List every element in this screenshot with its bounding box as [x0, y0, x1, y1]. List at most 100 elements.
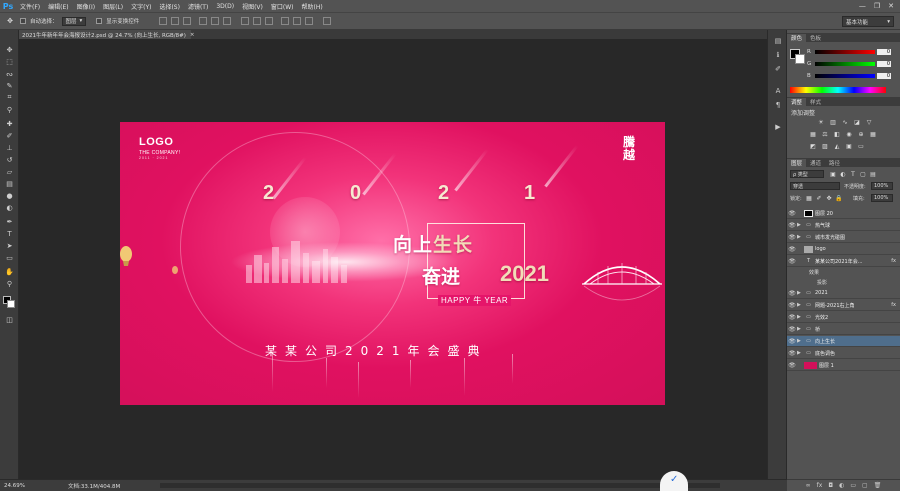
layer-effects-icon[interactable]: fx	[891, 302, 900, 308]
layer-effects-icon[interactable]: fx	[891, 258, 900, 264]
delete-layer-icon[interactable]: 🗑	[874, 482, 882, 489]
distribute-hcenter-icon[interactable]	[293, 17, 302, 25]
align-vcenter-icon[interactable]	[171, 17, 180, 25]
distribute-vcenter-icon[interactable]	[253, 17, 262, 25]
character-panel-icon[interactable]: A	[773, 86, 783, 96]
filter-shape-icon[interactable]: ▢	[859, 170, 867, 178]
auto-select-dropdown[interactable]: 图层 ▾	[61, 16, 87, 26]
quick-mask-icon[interactable]: ◫	[4, 314, 15, 325]
tab-layers[interactable]: 图层	[787, 159, 807, 167]
blue-value[interactable]: 0	[877, 72, 891, 79]
actions-panel-icon[interactable]: ▶	[773, 122, 783, 132]
tab-adjustments[interactable]: 调整	[787, 98, 807, 106]
zoom-tool-icon[interactable]: ⚲	[4, 278, 15, 289]
visibility-eye-icon[interactable]: 👁	[787, 246, 797, 253]
pen-tool-icon[interactable]: ✒	[4, 216, 15, 227]
menu-type[interactable]: 文字(Y)	[127, 2, 155, 11]
hand-tool-icon[interactable]: ✋	[4, 266, 15, 277]
expand-arrow-icon[interactable]: ▶	[797, 350, 802, 356]
layer-style-icon[interactable]: fx	[817, 482, 823, 489]
layer-row[interactable]: 👁 ▶ ▭ 向上生长	[787, 336, 900, 347]
clone-stamp-tool-icon[interactable]: ⊥	[4, 142, 15, 153]
vibrance-icon[interactable]: ▽	[865, 118, 873, 126]
layer-name[interactable]: 某某公司2021年会...	[815, 258, 891, 265]
blue-slider[interactable]: B 0	[807, 72, 899, 79]
tab-swatches[interactable]: 色板	[806, 34, 825, 42]
shape-tool-icon[interactable]: ▭	[4, 252, 15, 263]
filter-pixel-icon[interactable]: ▣	[829, 170, 837, 178]
align-left-icon[interactable]	[199, 17, 208, 25]
auto-select-checkbox[interactable]	[20, 18, 26, 24]
blur-tool-icon[interactable]: ●	[4, 190, 15, 201]
brush-panel-icon[interactable]: ✐	[773, 64, 783, 74]
layer-name[interactable]: 网题-2021右上角	[815, 302, 891, 309]
menu-view[interactable]: 视图(V)	[238, 2, 267, 11]
layer-row[interactable]: 👁 ▶ ▭ 桥	[787, 324, 900, 335]
visibility-eye-icon[interactable]: 👁	[787, 210, 797, 217]
red-track[interactable]	[815, 49, 875, 54]
distribute-left-icon[interactable]	[281, 17, 290, 25]
align-bottom-icon[interactable]	[183, 17, 192, 25]
lock-pixels-icon[interactable]: ✐	[815, 194, 823, 202]
red-slider[interactable]: R 0	[807, 48, 899, 55]
panel-background-color[interactable]	[795, 54, 805, 64]
layer-name[interactable]: 热气球	[815, 222, 900, 229]
selective-color-icon[interactable]: ▣	[845, 142, 853, 150]
layer-row[interactable]: 👁 ▶ ▭ 光效2	[787, 312, 900, 323]
color-balance-icon[interactable]: ⚖	[821, 130, 829, 138]
green-slider[interactable]: G 0	[807, 60, 899, 67]
green-value[interactable]: 0	[877, 60, 891, 67]
layer-name[interactable]: 图层 1	[819, 362, 900, 369]
expand-arrow-icon[interactable]: ▶	[797, 314, 802, 320]
lock-position-icon[interactable]: ✥	[825, 194, 833, 202]
distribute-right-icon[interactable]	[305, 17, 314, 25]
filter-adjust-icon[interactable]: ◐	[839, 170, 847, 178]
layer-row[interactable]: 👁 图层 1	[787, 360, 900, 371]
new-adjustment-icon[interactable]: ◐	[839, 482, 844, 489]
layer-effects-label[interactable]: 效果	[809, 269, 819, 276]
menu-help[interactable]: 帮助(H)	[298, 2, 327, 11]
distribute-top-icon[interactable]	[241, 17, 250, 25]
filter-smart-icon[interactable]: ▤	[869, 170, 877, 178]
expand-arrow-icon[interactable]: ▶	[797, 326, 802, 332]
layer-row[interactable]: 👁 ▶ ▭ 网题-2021右上角 fx	[787, 300, 900, 311]
visibility-eye-icon[interactable]: 👁	[787, 314, 797, 321]
document-tab[interactable]: 2021牛年新年年会海报设计2.psd @ 24.7% (向上生长, RGB/8…	[19, 30, 195, 39]
threshold-icon[interactable]: ◭	[833, 142, 841, 150]
new-layer-icon[interactable]: ▢	[862, 482, 868, 489]
layer-name[interactable]: 图层 20	[815, 210, 900, 217]
exposure-icon[interactable]: ◪	[853, 118, 861, 126]
brightness-icon[interactable]: ☀	[817, 118, 825, 126]
minimize-button[interactable]: —	[859, 2, 866, 10]
red-value[interactable]: 0	[877, 48, 891, 55]
opacity-input[interactable]: 100%	[871, 182, 893, 190]
move-tool-preset-icon[interactable]: ✥	[4, 16, 16, 27]
close-window-button[interactable]: ✕	[888, 2, 894, 10]
move-tool-icon[interactable]: ✥	[4, 44, 15, 55]
eyedropper-tool-icon[interactable]: ⚲	[4, 104, 15, 115]
properties-panel-icon[interactable]: ℹ	[773, 50, 783, 60]
channel-mixer-icon[interactable]: ⊕	[857, 130, 865, 138]
layer-row[interactable]: 👁 ▶ ▭ 城市发光碰图	[787, 232, 900, 243]
crop-tool-icon[interactable]: ⌗	[4, 92, 15, 103]
visibility-eye-icon[interactable]: 👁	[787, 290, 797, 297]
close-tab-icon[interactable]: ×	[190, 32, 195, 38]
gradient-tool-icon[interactable]: ▤	[4, 178, 15, 189]
layer-filter-dropdown[interactable]: ρ 类型	[790, 170, 824, 178]
tab-styles[interactable]: 样式	[806, 98, 825, 106]
menu-3d[interactable]: 3D(D)	[212, 3, 238, 10]
filter-type-icon[interactable]: T	[849, 170, 857, 178]
visibility-eye-icon[interactable]: 👁	[787, 338, 797, 345]
lock-all-icon[interactable]: 🔒	[835, 194, 843, 202]
horizontal-scrollbar[interactable]	[160, 483, 720, 488]
marquee-tool-icon[interactable]: ⬚	[4, 56, 15, 67]
blend-mode-dropdown[interactable]: 穿透	[790, 182, 840, 190]
align-hcenter-icon[interactable]	[211, 17, 220, 25]
expand-arrow-icon[interactable]: ▶	[797, 338, 802, 344]
black-white-icon[interactable]: ◧	[833, 130, 841, 138]
curves-icon[interactable]: ∿	[841, 118, 849, 126]
restore-button[interactable]: ❐	[874, 2, 880, 10]
lock-transparency-icon[interactable]: ▦	[805, 194, 813, 202]
new-group-icon[interactable]: ▭	[850, 482, 856, 489]
invert-icon[interactable]: ◩	[809, 142, 817, 150]
